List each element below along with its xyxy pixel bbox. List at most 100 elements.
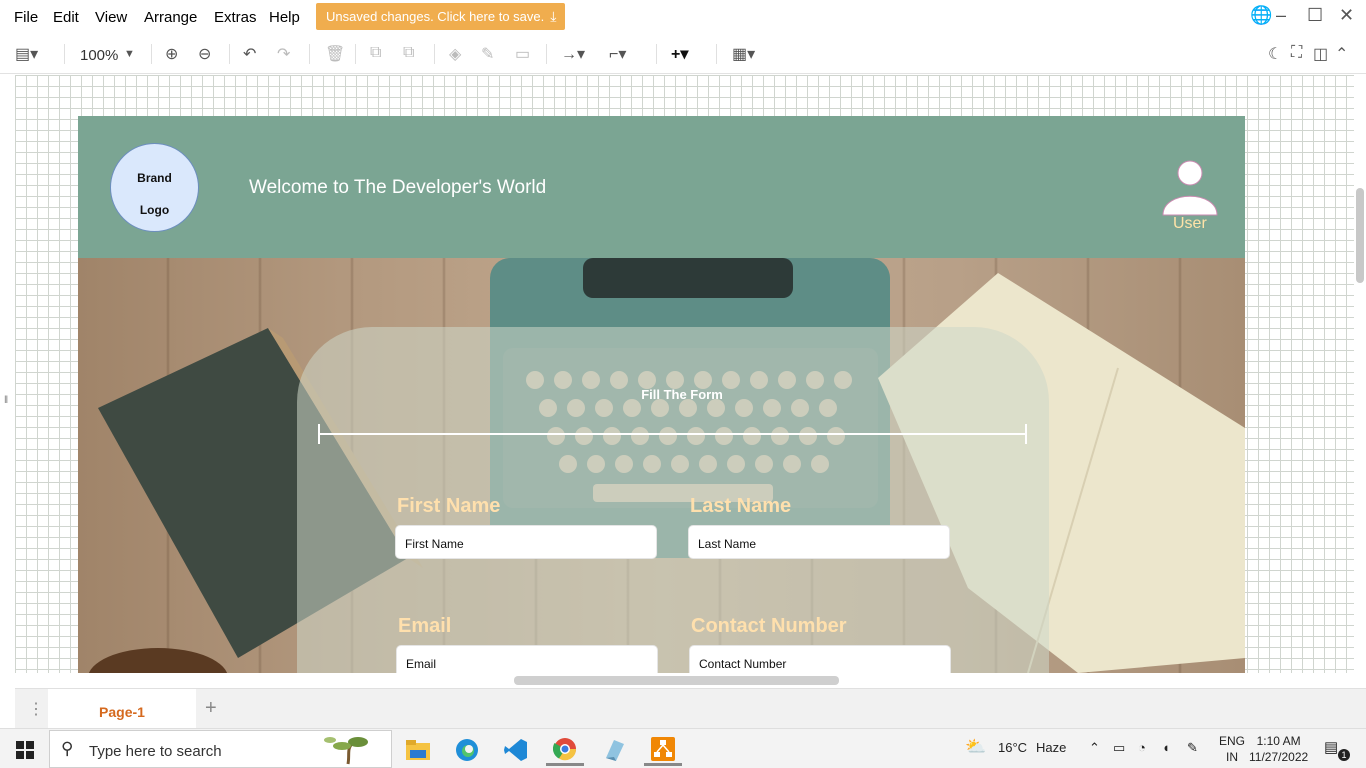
left-panel-edge[interactable]: ‖	[0, 75, 15, 673]
fill-color-icon[interactable]: ◈	[449, 44, 461, 64]
zoom-level[interactable]: 100%	[80, 47, 118, 64]
table-icon[interactable]: ▦▾	[732, 44, 755, 64]
app-icon[interactable]	[595, 734, 633, 766]
first-name-label: First Name	[397, 495, 501, 517]
battery-icon[interactable]: ▭	[1113, 740, 1125, 756]
minimize-icon[interactable]: –	[1276, 5, 1286, 26]
dark-mode-icon[interactable]: ☾	[1268, 44, 1282, 64]
weather-temp[interactable]: 16°C	[998, 740, 1027, 755]
welcome-title[interactable]: Welcome to The Developer's World	[249, 177, 546, 199]
search-icon: ⚲	[61, 739, 74, 758]
clock-date: 11/27/2022	[1249, 750, 1309, 764]
save-banner-text: Unsaved changes. Click here to save.	[326, 9, 545, 24]
toolbar-divider	[656, 44, 657, 64]
save-button[interactable]: Unsaved changes. Click here to save. ⤓	[316, 3, 565, 30]
clock-time: 1:10 AM	[1256, 734, 1301, 748]
weather-desc[interactable]: Haze	[1036, 740, 1066, 755]
language-code: ENG	[1219, 734, 1246, 748]
brand-logo-line1: Brand	[137, 171, 172, 185]
toolbar-divider	[355, 44, 356, 64]
notifications-icon[interactable]: ▤	[1324, 738, 1338, 756]
menu-edit[interactable]: Edit	[53, 9, 79, 26]
email-field[interactable]: Email	[396, 645, 658, 673]
speaker-icon[interactable]: ◖	[1162, 740, 1170, 755]
maximize-icon[interactable]: ☐	[1307, 5, 1323, 26]
toolbar-divider	[434, 44, 435, 64]
clock[interactable]: 1:10 AM 11/27/2022	[1249, 733, 1308, 765]
drawio-icon[interactable]	[644, 734, 682, 766]
last-name-label: Last Name	[690, 495, 792, 517]
search-placeholder: Type here to search	[89, 743, 222, 760]
add-page-icon[interactable]: +	[205, 697, 217, 720]
toolbar-divider	[309, 44, 310, 64]
sidebar-toggle-icon[interactable]: ◫	[1313, 44, 1328, 64]
waypoints-icon[interactable]: ⌐▾	[609, 44, 626, 64]
vscode-icon[interactable]	[497, 734, 535, 766]
menu-bar: File Edit View Arrange Extras Help Unsav…	[0, 0, 1366, 34]
weather-icon[interactable]: ⛅	[965, 737, 986, 757]
line-color-icon[interactable]: ✎	[481, 44, 494, 64]
zoom-in-icon[interactable]: ⊕	[165, 44, 178, 64]
form-title: Fill The Form	[641, 387, 723, 402]
zoom-out-icon[interactable]: ⊖	[198, 44, 211, 64]
mockup-header[interactable]: Brand Logo Welcome to The Developer's Wo…	[78, 116, 1245, 258]
delete-icon[interactable]: 🗑	[325, 44, 345, 64]
insert-icon[interactable]: +▾	[671, 44, 688, 64]
notification-badge: 1	[1338, 749, 1350, 761]
pen-icon[interactable]: ✎	[1187, 740, 1198, 756]
edge-icon[interactable]	[448, 734, 486, 766]
user-icon[interactable]	[1162, 160, 1218, 216]
connection-icon[interactable]: →▾	[561, 44, 585, 64]
toolbar-divider	[151, 44, 152, 64]
chevron-up-icon[interactable]: ⌃	[1089, 740, 1100, 756]
toolbar-divider	[716, 44, 717, 64]
user-label: User	[1173, 215, 1207, 232]
tab-page-1[interactable]: Page-1	[48, 689, 196, 729]
vertical-scrollbar[interactable]	[1354, 75, 1366, 673]
wireframe-mockup[interactable]: Brand Logo Welcome to The Developer's Wo…	[78, 116, 1245, 673]
language-indicator[interactable]: ENG IN	[1219, 733, 1245, 765]
wifi-icon[interactable]: ◔	[1138, 740, 1146, 755]
first-name-field[interactable]: First Name	[395, 525, 657, 559]
brand-logo-line2: Logo	[139, 203, 170, 217]
panel-handle-icon[interactable]: ‖	[4, 395, 8, 406]
last-name-field[interactable]: Last Name	[688, 525, 950, 559]
contact-number-label: Contact Number	[691, 615, 847, 637]
toolbar-divider	[229, 44, 230, 64]
taskbar-search-input[interactable]: ⚲ Type here to search	[49, 730, 392, 768]
file-explorer-icon[interactable]	[399, 734, 437, 766]
redo-icon[interactable]: ↷	[277, 44, 290, 64]
toolbar-divider	[546, 44, 547, 64]
zoom-dropdown-icon[interactable]: ▼	[124, 48, 135, 60]
scroll-thumb[interactable]	[1356, 188, 1364, 283]
menu-file[interactable]: File	[14, 9, 38, 26]
horizontal-scrollbar[interactable]	[514, 676, 839, 685]
menu-extras[interactable]: Extras	[214, 9, 257, 26]
brand-logo[interactable]: Brand Logo	[110, 143, 199, 232]
to-back-icon[interactable]: ⧉	[403, 44, 414, 62]
to-front-icon[interactable]: ⧉	[370, 44, 381, 62]
toolbar-divider	[64, 44, 65, 64]
menu-arrange[interactable]: Arrange	[144, 9, 197, 26]
menu-help[interactable]: Help	[269, 9, 300, 26]
undo-icon[interactable]: ↶	[243, 44, 256, 64]
download-icon: ⤓	[550, 8, 557, 24]
page-tabs-bar: ⋮ Page-1 +	[15, 688, 1366, 729]
pages-menu-icon[interactable]: ⋮	[28, 699, 44, 719]
format-panel-icon[interactable]: ▤▾	[15, 44, 38, 64]
form-divider	[318, 424, 1027, 444]
close-icon[interactable]: ✕	[1339, 5, 1354, 26]
globe-icon[interactable]: 🌐	[1250, 5, 1272, 26]
shadow-icon[interactable]: ▭	[515, 44, 530, 64]
windows-start-icon[interactable]	[16, 741, 34, 759]
chrome-icon[interactable]	[546, 734, 584, 766]
bonsai-icon	[324, 737, 368, 765]
background-photo[interactable]: Fill The Form First Name First Name Last…	[78, 258, 1245, 673]
menu-view[interactable]: View	[95, 9, 127, 26]
taskbar: ⚲ Type here to search ⛅ 16°C Haze ⌃ ▭ ◔ …	[0, 728, 1366, 768]
form-panel[interactable]: Fill The Form First Name First Name Last…	[297, 327, 1049, 673]
collapse-icon[interactable]: ⌃	[1335, 44, 1348, 64]
language-region: IN	[1226, 750, 1238, 764]
fullscreen-icon[interactable]: ⛶	[1291, 44, 1302, 62]
contact-number-field[interactable]: Contact Number	[689, 645, 951, 673]
